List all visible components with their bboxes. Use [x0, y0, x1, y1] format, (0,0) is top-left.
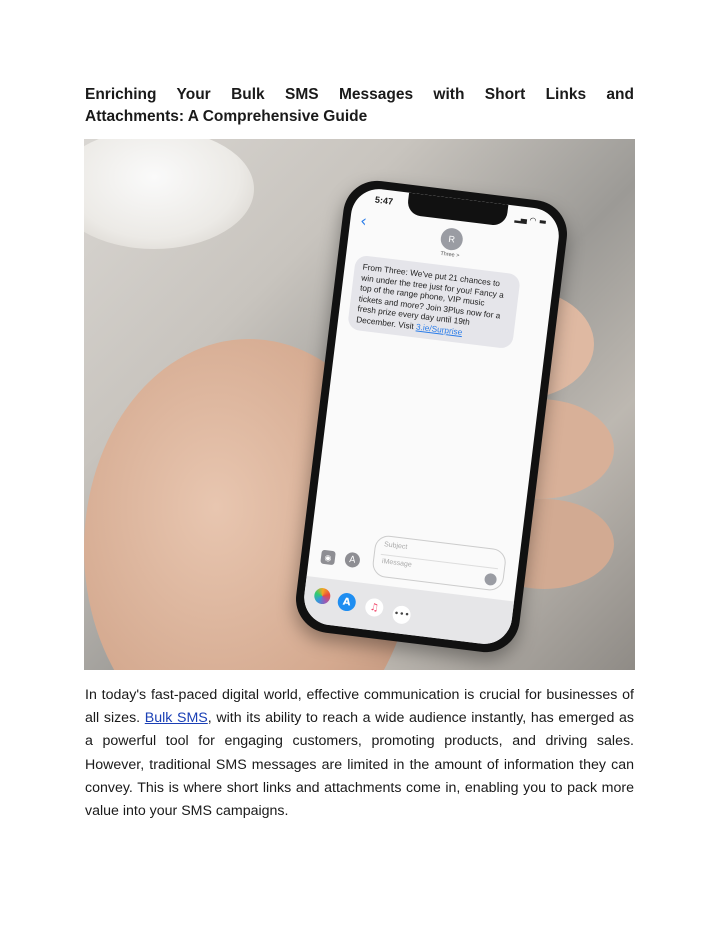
title-line-1: Enriching Your Bulk SMS Messages with Sh…: [85, 86, 634, 103]
subject-placeholder: Subject: [383, 541, 408, 551]
audio-icon: [483, 572, 498, 587]
status-icons: ▂▄ ◠ ▬: [514, 213, 548, 227]
imessage-placeholder: iMessage: [381, 558, 413, 569]
message-text: From Three: We've put 21 chances to win …: [355, 261, 505, 331]
phone-notch: [406, 192, 509, 227]
music-icon: ♫: [364, 597, 385, 618]
contact-name: Three >: [439, 250, 460, 260]
title-line-2: Attachments: A Comprehensive Guide: [85, 108, 368, 125]
back-icon: ‹: [359, 210, 368, 231]
article-photo: 5:47 ▂▄ ◠ ▬ ‹ R Three > From Three: We'v…: [84, 139, 635, 670]
message-bubble: From Three: We've put 21 chances to win …: [347, 254, 521, 350]
photos-icon: [313, 587, 332, 605]
compose-field: Subject iMessage: [371, 534, 508, 592]
phone-screen: 5:47 ▂▄ ◠ ▬ ‹ R Three > From Three: We'v…: [301, 185, 562, 648]
camera-icon: ◉: [320, 549, 336, 566]
paragraph-text-2: , with its ability to reach a wide audie…: [85, 710, 634, 820]
document-title: Enriching Your Bulk SMS Messages with Sh…: [85, 84, 634, 128]
bulk-sms-link[interactable]: Bulk SMS: [145, 710, 208, 726]
app-store-icon: A: [336, 592, 357, 613]
coffee-cup: [84, 139, 254, 249]
more-icon: •••: [391, 604, 412, 625]
app-store-icon: A: [344, 551, 361, 569]
body-paragraph: In today's fast-paced digital world, eff…: [85, 684, 634, 823]
contact-avatar: R: [439, 226, 465, 252]
status-time: 5:47: [374, 194, 394, 207]
